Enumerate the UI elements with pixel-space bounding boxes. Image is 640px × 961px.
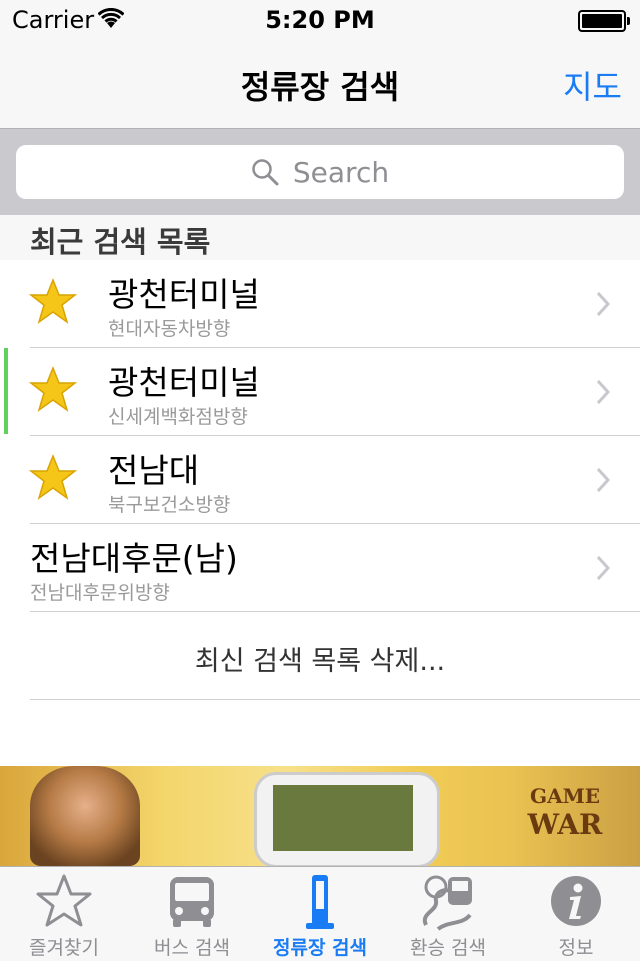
section-title: 최근 검색 목록 bbox=[30, 225, 211, 259]
tab-label: 환승 검색 bbox=[410, 937, 486, 959]
list-item[interactable]: 전남대후문(남) 전남대후문위방향 bbox=[30, 524, 640, 612]
clear-history-button[interactable]: 최신 검색 목록 삭제... bbox=[30, 611, 640, 700]
navigation-bar: 정류장 검색 지도 bbox=[0, 40, 640, 129]
ad-character-image bbox=[30, 766, 140, 866]
tab-favorites[interactable]: 즐겨찾기 bbox=[0, 867, 128, 961]
search-icon bbox=[252, 159, 279, 186]
ad-logo: GAME WAR bbox=[527, 784, 603, 841]
recent-search-list: 광천터미널 현대자동차방향 광천터미널 신세계백화점방향 전남대 북구보건소방향… bbox=[0, 260, 640, 612]
search-bar: Search bbox=[0, 129, 640, 215]
stop-name: 전남대후문(남) bbox=[30, 539, 238, 578]
tab-label: 즐겨찾기 bbox=[29, 937, 99, 959]
info-icon bbox=[551, 876, 601, 926]
chevron-right-icon bbox=[596, 555, 610, 581]
stop-name: 전남대 bbox=[108, 451, 200, 490]
ad-banner[interactable]: GAME WAR bbox=[0, 766, 640, 866]
map-button[interactable]: 지도 bbox=[563, 62, 622, 108]
bus-icon bbox=[170, 877, 214, 927]
tab-stop-search[interactable]: 정류장 검색 bbox=[256, 867, 384, 961]
tab-label: 정류장 검색 bbox=[272, 937, 367, 959]
chevron-right-icon bbox=[596, 379, 610, 405]
stop-direction: 신세계백화점방향 bbox=[108, 406, 248, 428]
tab-bar: 즐겨찾기 버스 검색 정류장 검색 환승 검색 정보 bbox=[0, 866, 640, 961]
battery-icon bbox=[578, 10, 630, 32]
status-bar: Carrier 5:20 PM bbox=[0, 0, 640, 40]
transfer-icon bbox=[422, 875, 472, 931]
clear-history-label: 최신 검색 목록 삭제... bbox=[194, 646, 446, 677]
section-header: 최근 검색 목록 bbox=[0, 215, 640, 260]
tab-label: 버스 검색 bbox=[154, 937, 230, 959]
search-placeholder: Search bbox=[292, 155, 390, 189]
tab-label: 정보 bbox=[558, 937, 594, 959]
star-icon[interactable] bbox=[28, 453, 78, 503]
star-icon[interactable] bbox=[28, 277, 78, 327]
bus-stop-icon bbox=[306, 875, 334, 929]
tab-bus-search[interactable]: 버스 검색 bbox=[128, 867, 256, 961]
status-time: 5:20 PM bbox=[265, 6, 375, 34]
stop-name: 광천터미널 bbox=[108, 275, 260, 314]
search-input[interactable]: Search bbox=[16, 145, 624, 199]
star-icon[interactable] bbox=[28, 365, 78, 415]
list-item[interactable]: 광천터미널 현대자동차방향 bbox=[28, 260, 640, 348]
list-item[interactable]: 광천터미널 신세계백화점방향 bbox=[28, 348, 640, 436]
page-title: 정류장 검색 bbox=[240, 68, 400, 106]
chevron-right-icon bbox=[596, 291, 610, 317]
ad-game-screenshot bbox=[273, 785, 413, 851]
stop-direction: 현대자동차방향 bbox=[108, 318, 231, 340]
stop-direction: 전남대후문위방향 bbox=[30, 582, 170, 604]
chevron-right-icon bbox=[596, 467, 610, 493]
tab-info[interactable]: 정보 bbox=[512, 867, 640, 961]
list-item[interactable]: 전남대 북구보건소방향 bbox=[28, 436, 640, 524]
ad-phone-image bbox=[254, 772, 440, 866]
stop-direction: 북구보건소방향 bbox=[108, 494, 231, 516]
stop-name: 광천터미널 bbox=[108, 363, 260, 402]
star-outline-icon bbox=[36, 874, 92, 927]
tab-transfer-search[interactable]: 환승 검색 bbox=[384, 867, 512, 961]
